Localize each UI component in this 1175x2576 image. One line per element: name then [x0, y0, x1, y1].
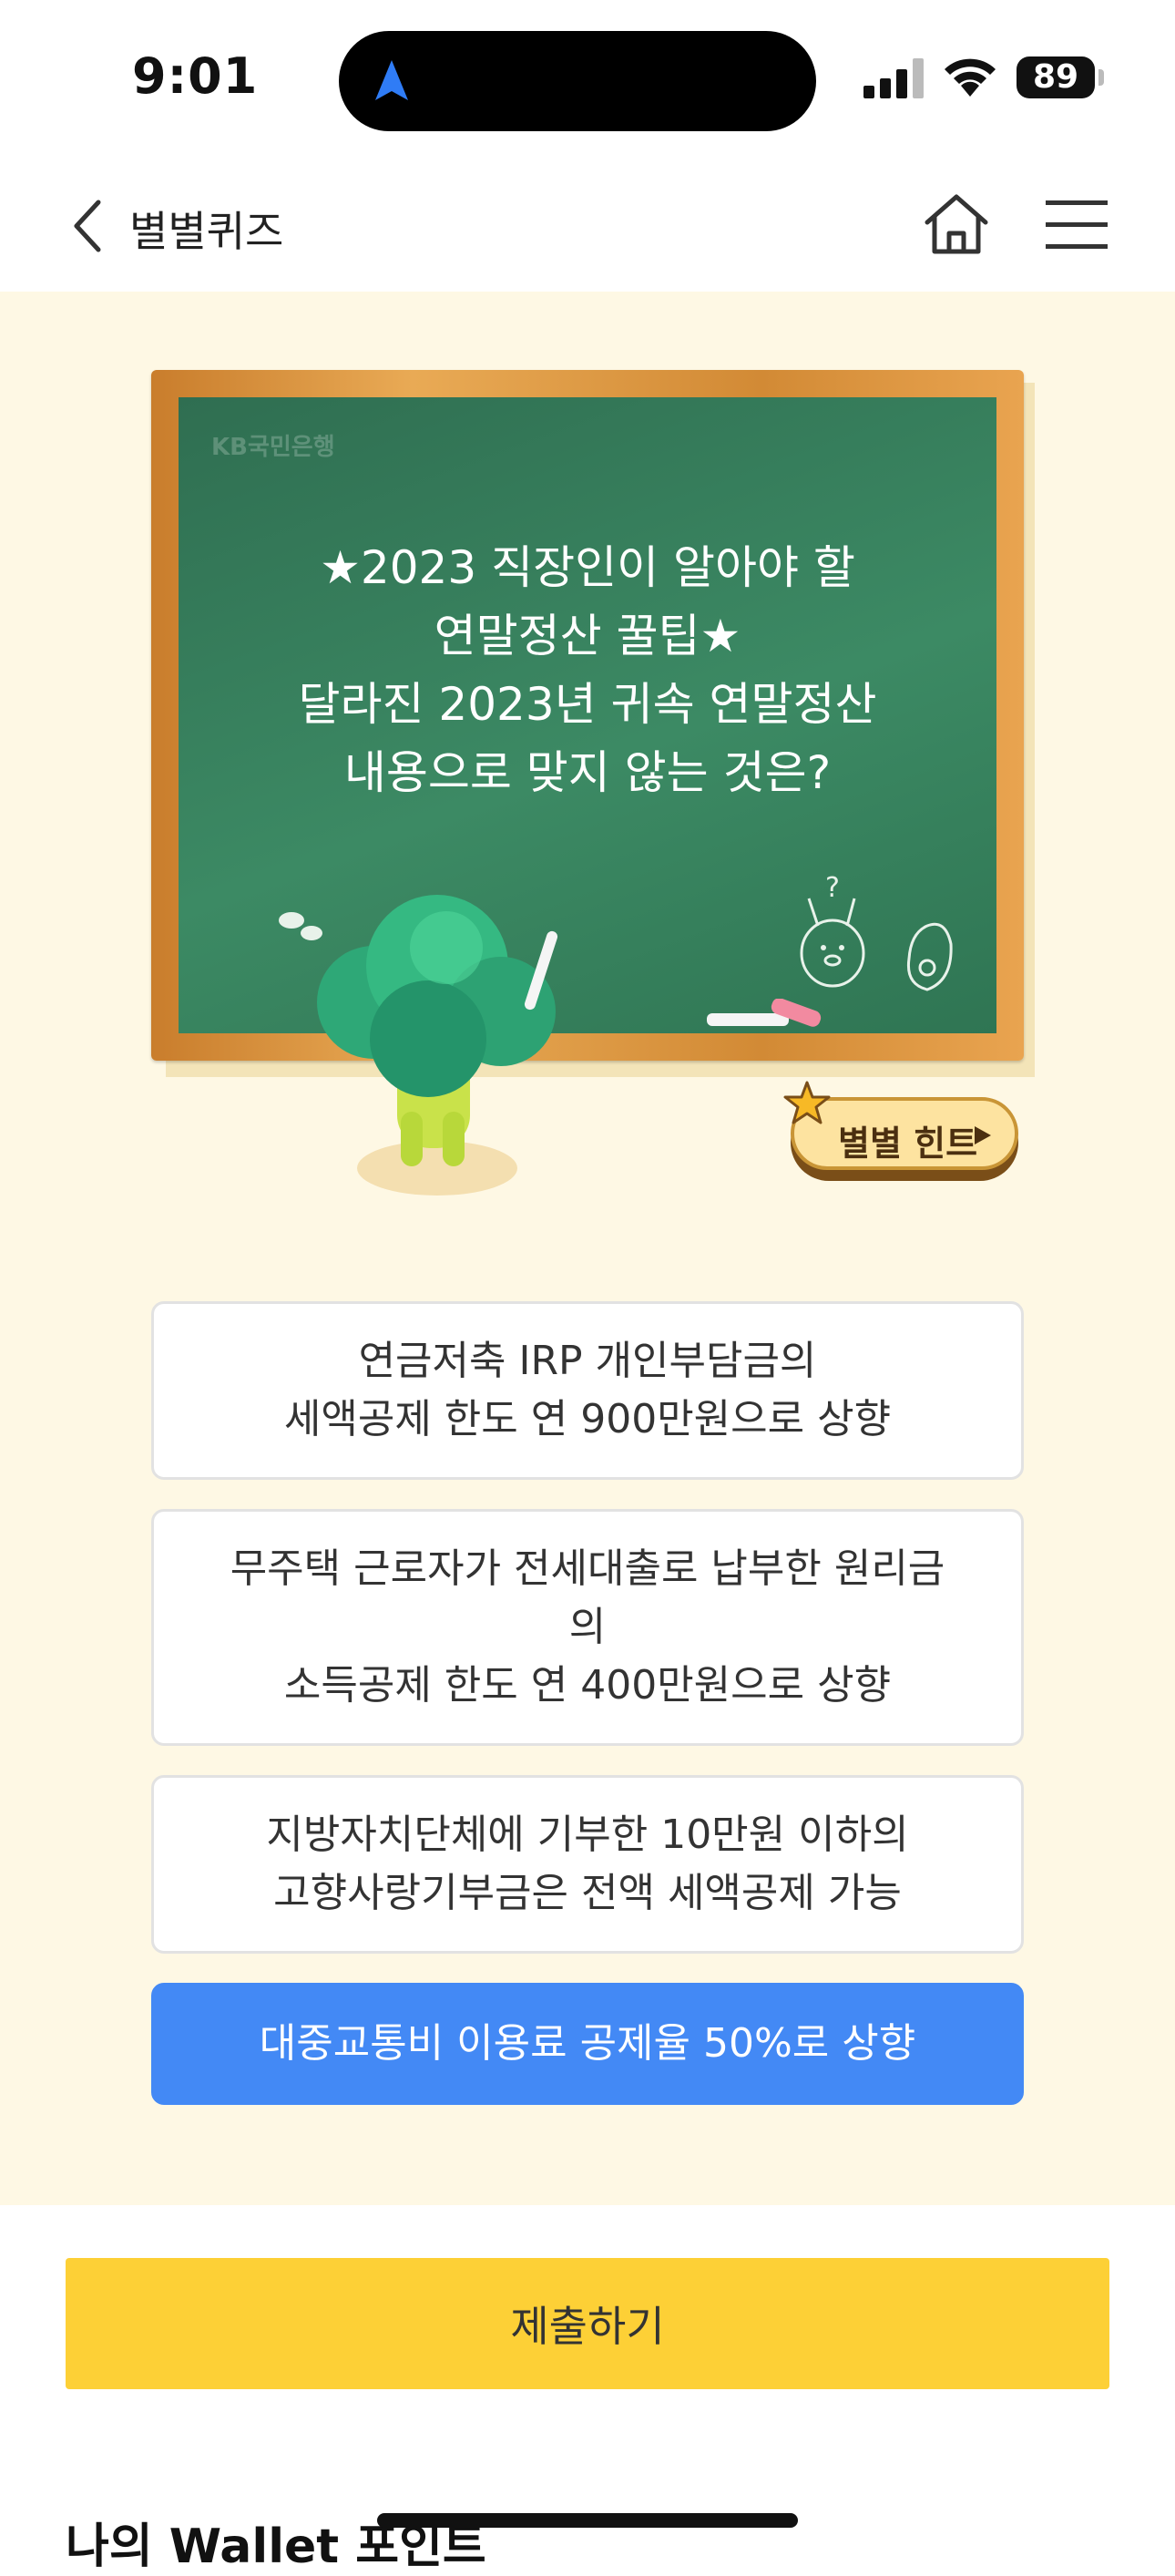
- option-text: 고향사랑기부금은 전액 세액공제 가능: [273, 1870, 902, 1916]
- app-header: 별별퀴즈: [0, 155, 1175, 292]
- option-text: 세액공제 한도 연 900만원으로 상향: [283, 1396, 892, 1442]
- submit-button[interactable]: 제출하기: [66, 2258, 1109, 2389]
- quiz-question: ★2023 직장인이 알아야 할 연말정산 꿀팁★ 달라진 2023년 귀속 연…: [215, 534, 960, 807]
- dynamic-island: [339, 31, 816, 131]
- chevron-left-icon[interactable]: [66, 197, 111, 255]
- answer-option-1[interactable]: 연금저축 IRP 개인부담금의 세액공제 한도 연 900만원으로 상향: [151, 1301, 1024, 1480]
- cellular-signal-icon: [863, 58, 924, 98]
- hint-label: 별별 힌트: [838, 1124, 978, 1164]
- option-text: 무주택 근로자가 전세대출로 납부한 원리금: [230, 1545, 945, 1592]
- svg-text:?: ?: [825, 872, 840, 904]
- play-triangle-icon: [975, 1126, 991, 1144]
- page-title: 별별퀴즈: [129, 207, 284, 256]
- answer-option-2[interactable]: 무주택 근로자가 전세대출로 납부한 원리금 의 소득공제 한도 연 400만원…: [151, 1509, 1024, 1746]
- option-text: 연금저축 IRP 개인부담금의: [358, 1338, 817, 1384]
- question-line: 내용으로 맞지 않는 것은?: [343, 746, 832, 799]
- question-line: 연말정산 꿀팁★: [434, 610, 741, 662]
- star-icon: [783, 1081, 831, 1124]
- option-text: 지방자치단체에 기부한 10만원 이하의: [266, 1811, 909, 1858]
- hint-button[interactable]: 별별 힌트: [783, 1081, 1020, 1181]
- battery-tip: [1098, 69, 1104, 86]
- battery-indicator: 89: [1017, 56, 1095, 98]
- doodle-animals-illustration: ?: [800, 872, 953, 991]
- quiz-section: KB국민은행 ★2023 직장인이 알아야 할 연말정산 꿀팁★ 달라진 202…: [0, 292, 1175, 2205]
- question-line: 달라진 2023년 귀속 연말정산: [298, 678, 877, 731]
- question-line: ★2023 직장인이 알아야 할: [320, 541, 855, 594]
- home-icon[interactable]: [922, 191, 991, 257]
- location-arrow-icon: [375, 60, 408, 100]
- option-text: 소득공제 한도 연 400만원으로 상향: [283, 1662, 892, 1709]
- status-time: 9:01: [132, 47, 259, 105]
- bank-logo: KB국민은행: [211, 434, 335, 461]
- wifi-icon: [945, 58, 996, 97]
- answer-option-4-selected[interactable]: 대중교통비 이용료 공제율 50%로 상향: [151, 1983, 1024, 2105]
- chalk-illustration: [707, 999, 822, 1027]
- home-indicator[interactable]: [377, 2513, 798, 2528]
- status-bar: 9:01 89: [0, 0, 1175, 155]
- hamburger-menu-icon[interactable]: [1046, 199, 1108, 250]
- option-text: 의: [568, 1604, 607, 1650]
- broccoli-mascot-illustration: [279, 895, 558, 1196]
- answer-option-3[interactable]: 지방자치단체에 기부한 10만원 이하의 고향사랑기부금은 전액 세액공제 가능: [151, 1775, 1024, 1954]
- option-text: 대중교통비 이용료 공제율 50%로 상향: [259, 2020, 916, 2067]
